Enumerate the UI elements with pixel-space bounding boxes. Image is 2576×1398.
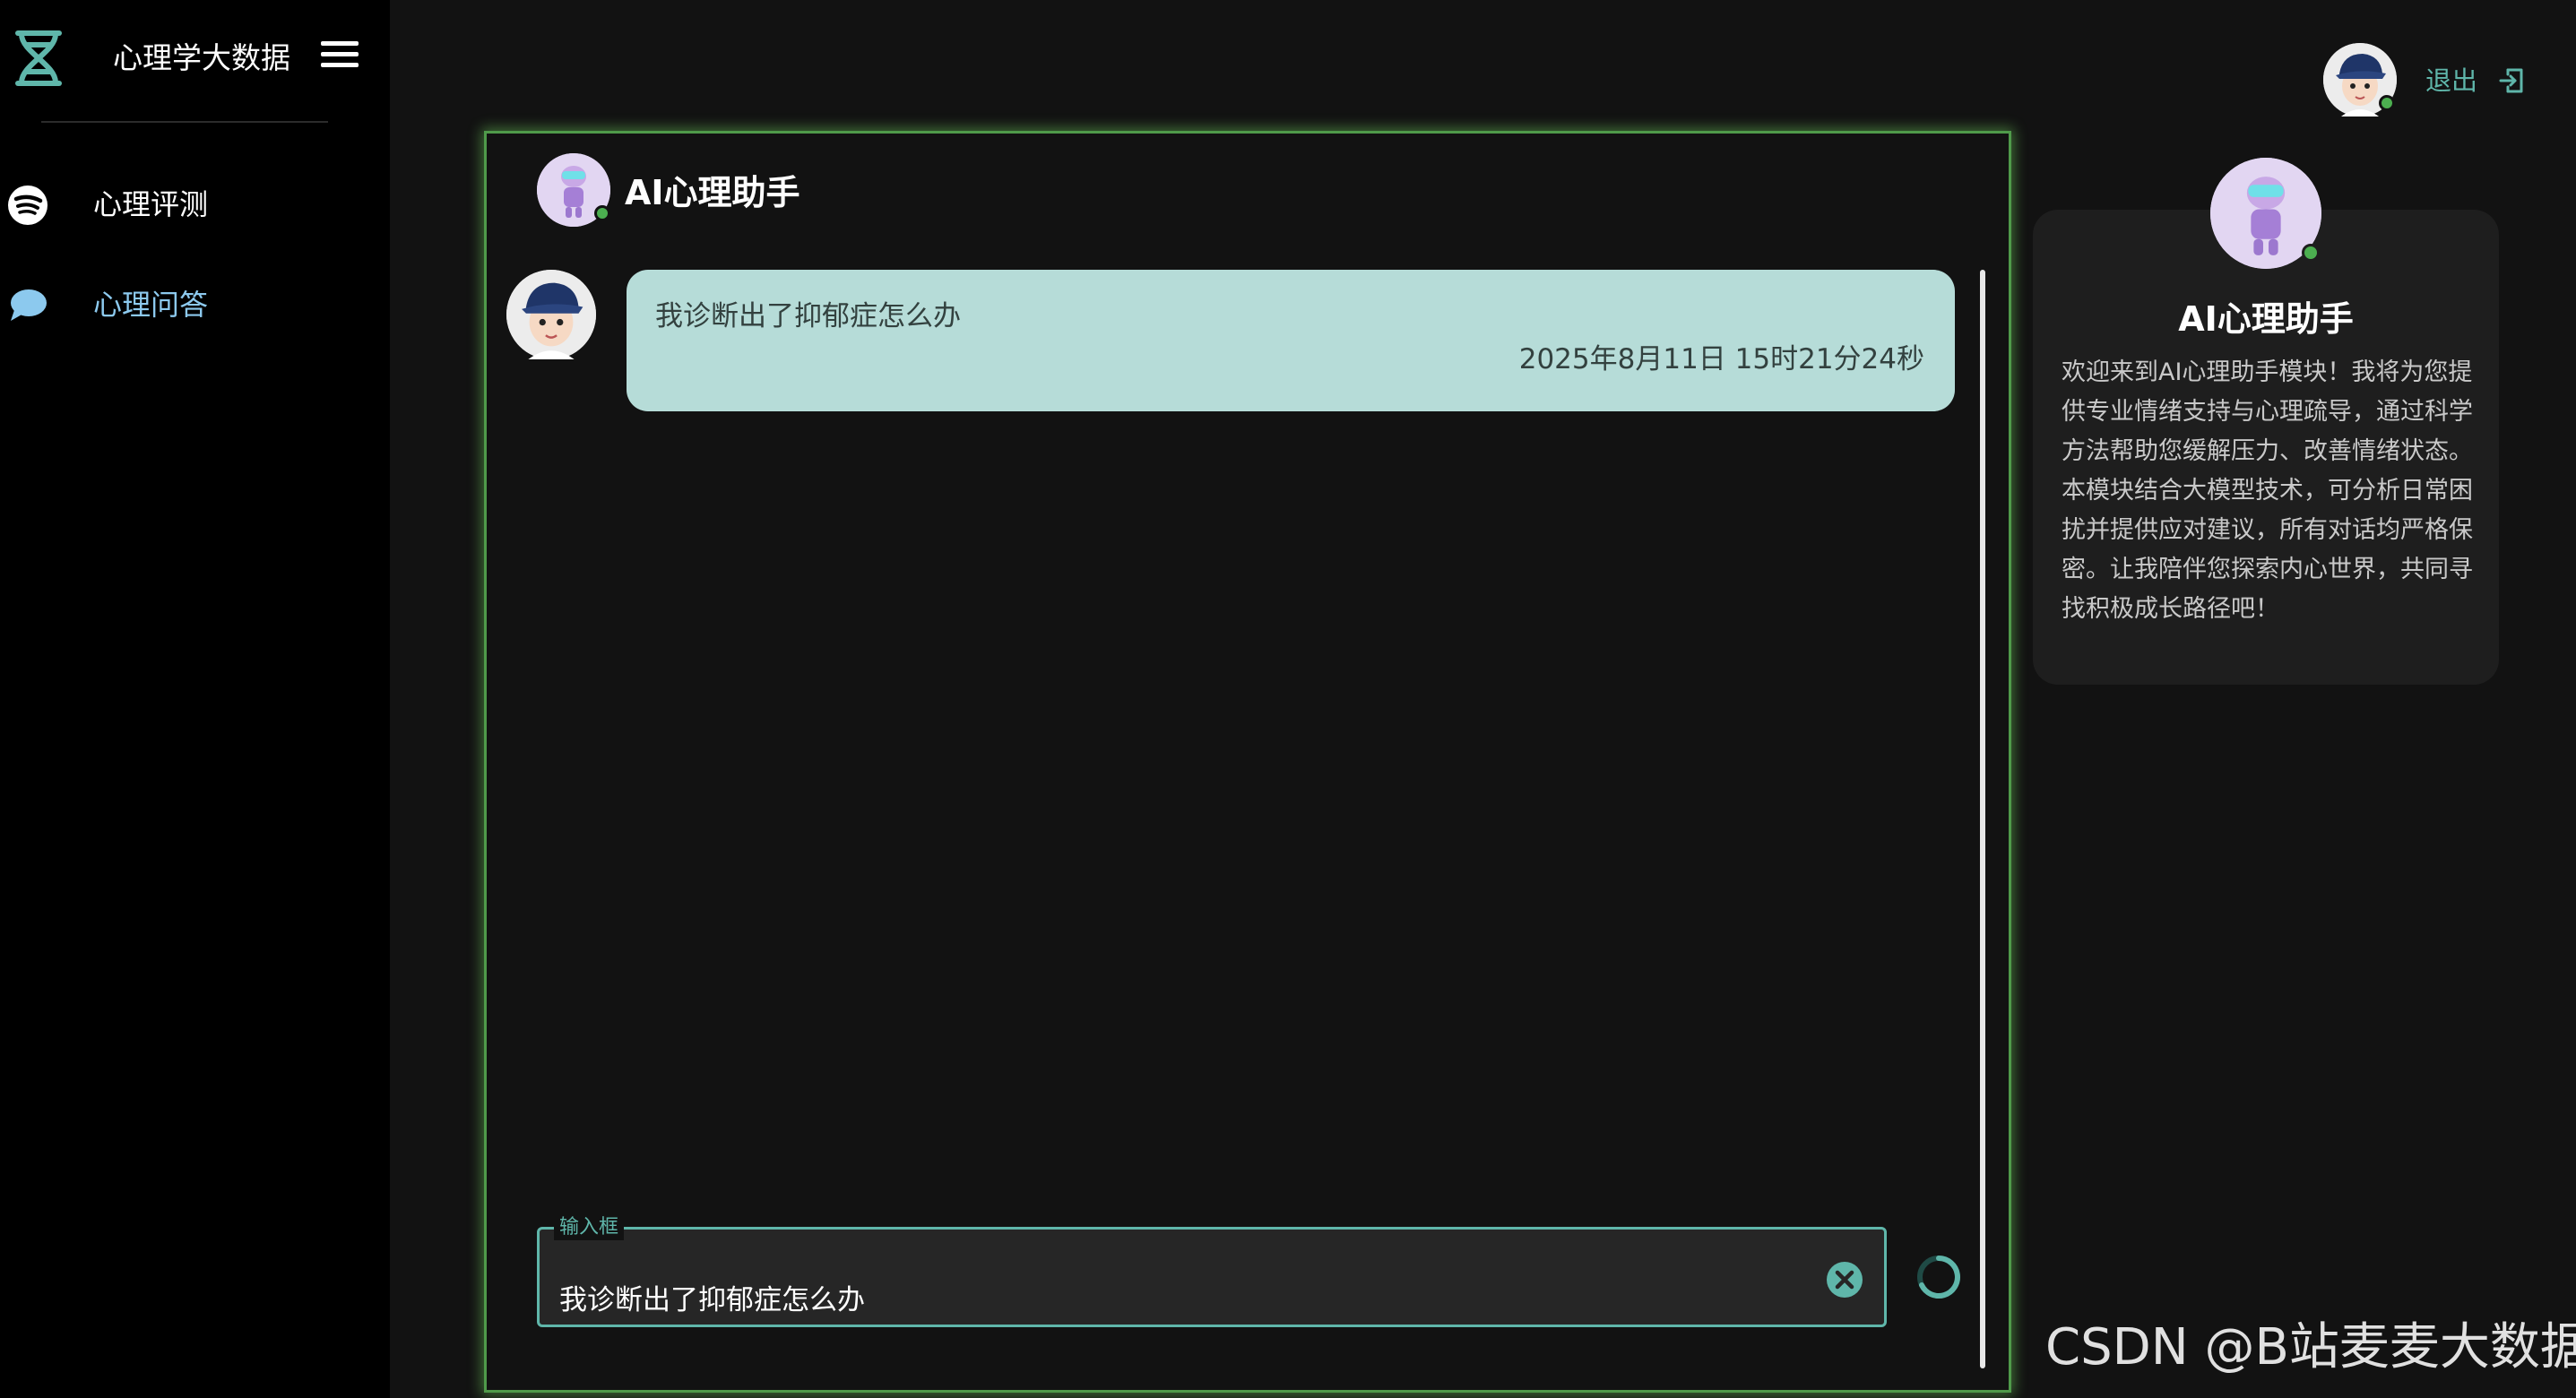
sidebar-item-label: 心理评测 <box>93 187 209 221</box>
logout-button[interactable]: 退出 <box>2425 61 2533 100</box>
sidebar-divider <box>41 121 328 123</box>
message-user-avatar <box>506 270 596 359</box>
sidebar-item-label: 心理问答 <box>93 288 209 322</box>
user-avatar-icon <box>506 270 596 359</box>
logout-icon <box>2499 68 2523 93</box>
sidebar-item-qa[interactable]: 心理问答 <box>0 269 390 341</box>
spotify-icon <box>8 186 48 225</box>
sidebar: 心理学大数据 心理评测 心理问答 <box>0 0 390 1398</box>
hamburger-menu-icon[interactable] <box>321 41 359 75</box>
online-status-dot <box>2379 95 2395 111</box>
chat-input-field[interactable]: 输入框 <box>537 1215 1887 1327</box>
info-title: AI心理助手 <box>2178 299 2354 339</box>
online-status-dot <box>594 205 610 221</box>
logout-label: 退出 <box>2425 65 2478 96</box>
message-timestamp: 2025年8月11日 15时21分24秒 <box>1518 343 1924 375</box>
online-status-dot <box>2302 244 2320 262</box>
dna-logo-icon <box>15 30 62 86</box>
chat-panel: AI心理助手 我诊断出了抑郁症怎么办 2025年8月11日 15时21分24秒 … <box>484 131 2011 1393</box>
brand: 心理学大数据 <box>0 0 390 116</box>
clear-input-icon[interactable] <box>1825 1260 1864 1299</box>
info-card: AI心理助手 欢迎来到AI心理助手模块！我将为您提供专业情绪支持与心理疏导，通过… <box>2033 210 2499 685</box>
chat-title: AI心理助手 <box>625 173 800 212</box>
message-bubble: 我诊断出了抑郁症怎么办 2025年8月11日 15时21分24秒 <box>627 270 1955 411</box>
assistant-avatar <box>537 153 610 227</box>
chat-bubble-icon <box>11 289 47 321</box>
watermark: CSDN @B站麦麦大数据 <box>2045 1318 2576 1376</box>
loading-spinner-icon[interactable] <box>1914 1252 1964 1302</box>
info-assistant-avatar <box>2210 158 2321 269</box>
chat-input[interactable] <box>558 1274 1794 1319</box>
message-text: 我诊断出了抑郁症怎么办 <box>655 300 961 332</box>
brand-title: 心理学大数据 <box>113 40 290 75</box>
input-legend: 输入框 <box>554 1215 625 1240</box>
chat-scrollbar[interactable] <box>1980 270 1985 1368</box>
user-avatar[interactable] <box>2323 43 2397 116</box>
info-description: 欢迎来到AI心理助手模块！我将为您提供专业情绪支持与心理疏导，通过科学方法帮助您… <box>2062 358 2473 623</box>
sidebar-item-assessment[interactable]: 心理评测 <box>0 168 390 240</box>
